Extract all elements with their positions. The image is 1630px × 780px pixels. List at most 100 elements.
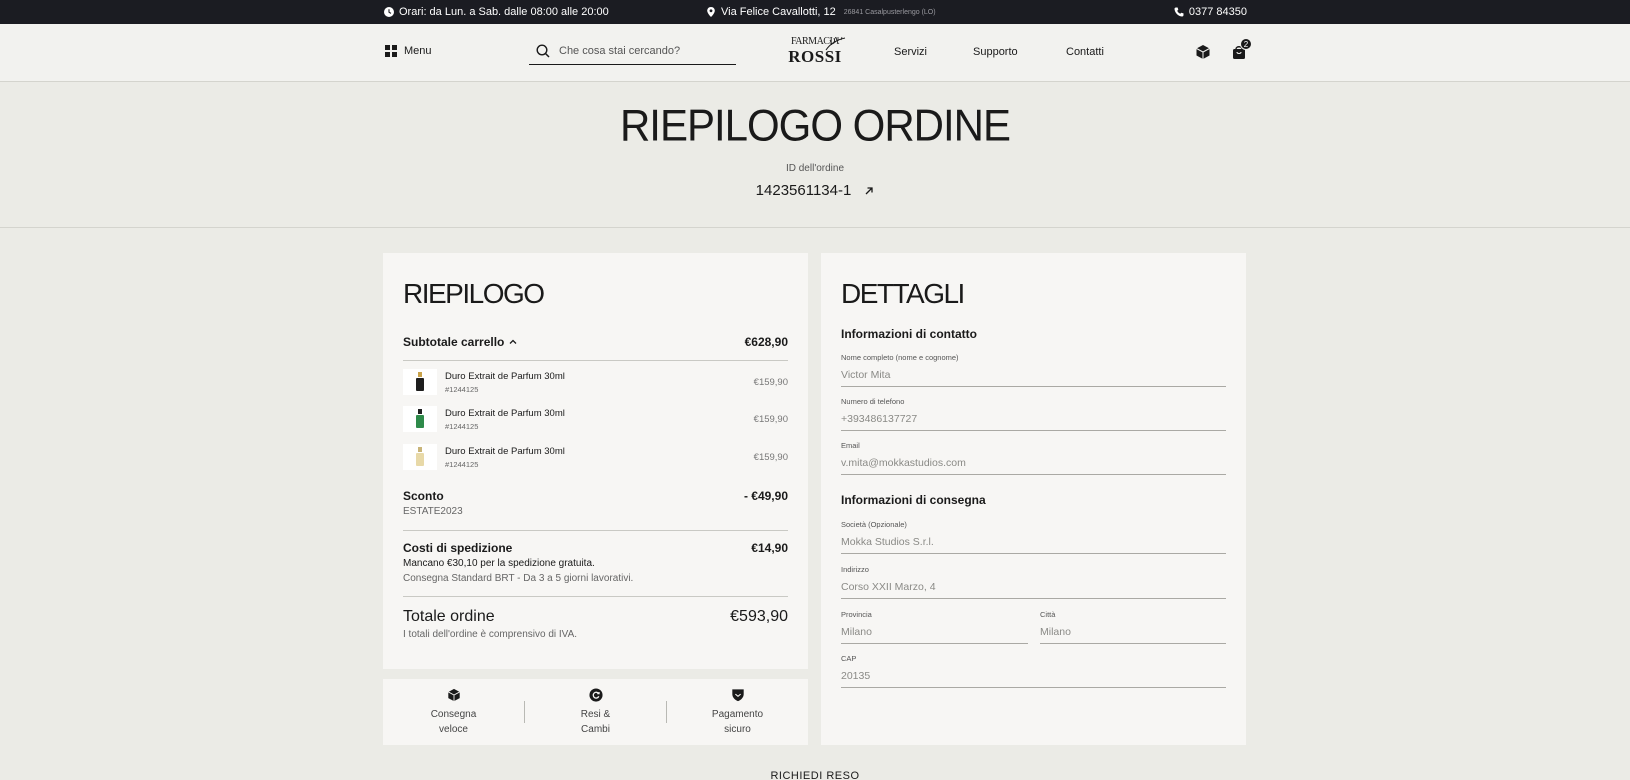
search-input[interactable] bbox=[559, 45, 719, 57]
request-return-label[interactable]: RICHIEDI RESO bbox=[770, 770, 859, 780]
total-label: Totale ordine bbox=[403, 608, 495, 625]
product-price: €159,90 bbox=[753, 413, 788, 425]
product-row: Duro Extrait de Parfum 30ml #1244125 €15… bbox=[403, 443, 788, 471]
company-label: Società (Opzionale) bbox=[841, 520, 907, 529]
arrow-up-right-icon[interactable] bbox=[864, 186, 874, 196]
orders-button[interactable] bbox=[1195, 44, 1211, 60]
search-icon bbox=[536, 44, 550, 58]
phone-text[interactable]: 0377 84350 bbox=[1189, 6, 1247, 18]
feature-line1: Resi & bbox=[580, 708, 611, 720]
nav-supporto[interactable]: Supporto bbox=[973, 46, 1018, 58]
feature-secure-payment: Pagamento sicuro bbox=[667, 688, 808, 737]
order-id-value[interactable]: 1423561134-1 bbox=[756, 182, 852, 199]
city-field: Città bbox=[1040, 610, 1226, 644]
subtotal-row: Subtotale carrello €628,90 bbox=[403, 335, 788, 349]
store-address: Via Felice Cavallotti, 12 26841 Casalpus… bbox=[706, 0, 936, 24]
product-info: Duro Extrait de Parfum 30ml #1244125 bbox=[445, 371, 754, 394]
divider bbox=[403, 360, 788, 361]
menu-label: Menu bbox=[404, 45, 432, 57]
nav-servizi[interactable]: Servizi bbox=[894, 46, 927, 58]
address-label: Indirizzo bbox=[841, 565, 869, 574]
chevron-up-icon[interactable] bbox=[509, 338, 517, 346]
email-field: Email bbox=[841, 441, 1226, 475]
product-name[interactable]: Duro Extrait de Parfum 30ml bbox=[445, 446, 754, 457]
order-title-section: RIEPILOGO ORDINE ID dell'ordine 14235611… bbox=[0, 82, 1630, 228]
product-price: €159,90 bbox=[753, 376, 788, 388]
product-info: Duro Extrait de Parfum 30ml #1244125 bbox=[445, 446, 754, 469]
feature-line2: sicuro bbox=[724, 723, 751, 735]
opening-hours: Orari: da Lun. a Sab. dalle 08:00 alle 2… bbox=[384, 0, 609, 24]
product-thumbnail[interactable] bbox=[403, 444, 437, 470]
feature-line1: Pagamento bbox=[711, 708, 764, 720]
product-sku: #1244125 bbox=[445, 421, 479, 431]
product-thumbnail[interactable] bbox=[403, 369, 437, 395]
province-label: Provincia bbox=[841, 610, 872, 619]
product-row: Duro Extrait de Parfum 30ml #1244125 €15… bbox=[403, 368, 788, 396]
farmacia-logo[interactable]: FARMACIA ROSSI bbox=[784, 36, 846, 70]
address-small-text: 26841 Casalpusterlengo (LO) bbox=[843, 8, 936, 16]
province-field: Provincia bbox=[841, 610, 1028, 644]
subtotal-label: Subtotale carrello bbox=[403, 335, 505, 349]
feature-returns: Resi & Cambi bbox=[525, 687, 666, 737]
location-pin-icon bbox=[707, 7, 715, 17]
name-field: Nome completo (nome e cognome) bbox=[841, 353, 1226, 387]
email-input[interactable] bbox=[841, 453, 1226, 475]
product-row: Duro Extrait de Parfum 30ml #1244125 €15… bbox=[403, 405, 788, 433]
name-input[interactable] bbox=[841, 365, 1226, 387]
product-thumbnail[interactable] bbox=[403, 406, 437, 432]
summary-title: RIEPILOGO bbox=[403, 278, 545, 309]
address-input[interactable] bbox=[841, 577, 1226, 599]
logo-leaf-icon bbox=[825, 36, 846, 51]
details-card: DETTAGLI Informazioni di contatto Nome c… bbox=[821, 253, 1246, 745]
product-info: Duro Extrait de Parfum 30ml #1244125 bbox=[445, 408, 754, 431]
feature-fast-delivery: Consegna veloce bbox=[383, 688, 524, 737]
discount-code: ESTATE2023 bbox=[403, 506, 463, 517]
order-id-label: ID dell'ordine bbox=[785, 163, 845, 174]
search-bar[interactable] bbox=[529, 38, 736, 65]
delivery-info-heading: Informazioni di consegna bbox=[841, 493, 986, 507]
cart-count-badge: 2 bbox=[1240, 38, 1252, 50]
city-label: Città bbox=[1040, 610, 1056, 619]
top-info-bar: Orari: da Lun. a Sab. dalle 08:00 alle 2… bbox=[0, 0, 1630, 24]
shipping-note: Mancano €30,10 per la spedizione gratuit… bbox=[403, 558, 595, 569]
opening-hours-text: Orari: da Lun. a Sab. dalle 08:00 alle 2… bbox=[399, 6, 609, 18]
product-name[interactable]: Duro Extrait de Parfum 30ml bbox=[445, 371, 754, 382]
details-title: DETTAGLI bbox=[841, 278, 965, 309]
perfume-bottle-image bbox=[416, 409, 424, 428]
request-return-link[interactable]: RICHIEDI RESO bbox=[0, 770, 1630, 780]
grid-icon bbox=[385, 45, 397, 57]
phone-input[interactable] bbox=[841, 409, 1226, 431]
box-icon bbox=[1196, 45, 1210, 59]
order-id-link[interactable]: 1423561134-1 bbox=[0, 182, 1630, 199]
product-name[interactable]: Duro Extrait de Parfum 30ml bbox=[445, 408, 754, 419]
product-price: €159,90 bbox=[753, 451, 788, 463]
divider bbox=[403, 530, 788, 531]
order-summary-card: RIEPILOGO Subtotale carrello €628,90 Dur… bbox=[383, 253, 808, 669]
cap-label: CAP bbox=[841, 654, 857, 663]
province-input[interactable] bbox=[841, 622, 1028, 644]
cap-input[interactable] bbox=[841, 666, 1226, 688]
product-sku: #1244125 bbox=[445, 459, 479, 469]
feature-line2: veloce bbox=[439, 723, 468, 735]
email-label: Email bbox=[841, 441, 860, 450]
phone-label: Numero di telefono bbox=[841, 397, 905, 406]
product-sku: #1244125 bbox=[445, 384, 479, 394]
box-icon bbox=[447, 688, 460, 701]
subtotal-toggle[interactable]: Subtotale carrello bbox=[403, 335, 517, 349]
divider bbox=[403, 596, 788, 597]
phone-icon bbox=[1174, 7, 1184, 17]
store-phone[interactable]: 0377 84350 bbox=[1174, 0, 1247, 24]
total-value: €593,90 bbox=[730, 608, 788, 625]
total-row: Totale ordine I totali dell'ordine è com… bbox=[403, 608, 788, 640]
feature-line1: Consegna bbox=[430, 708, 477, 720]
menu-button[interactable]: Menu bbox=[385, 45, 432, 57]
city-input[interactable] bbox=[1040, 622, 1226, 644]
company-field: Società (Opzionale) bbox=[841, 520, 1226, 554]
perfume-bottle-image bbox=[416, 372, 424, 391]
company-input[interactable] bbox=[841, 532, 1226, 554]
nav-contatti[interactable]: Contatti bbox=[1066, 46, 1104, 58]
address-field: Indirizzo bbox=[841, 565, 1226, 599]
shipping-value: €14,90 bbox=[751, 541, 788, 555]
cart-button[interactable]: 2 bbox=[1231, 38, 1252, 60]
discount-label: Sconto bbox=[403, 489, 444, 503]
